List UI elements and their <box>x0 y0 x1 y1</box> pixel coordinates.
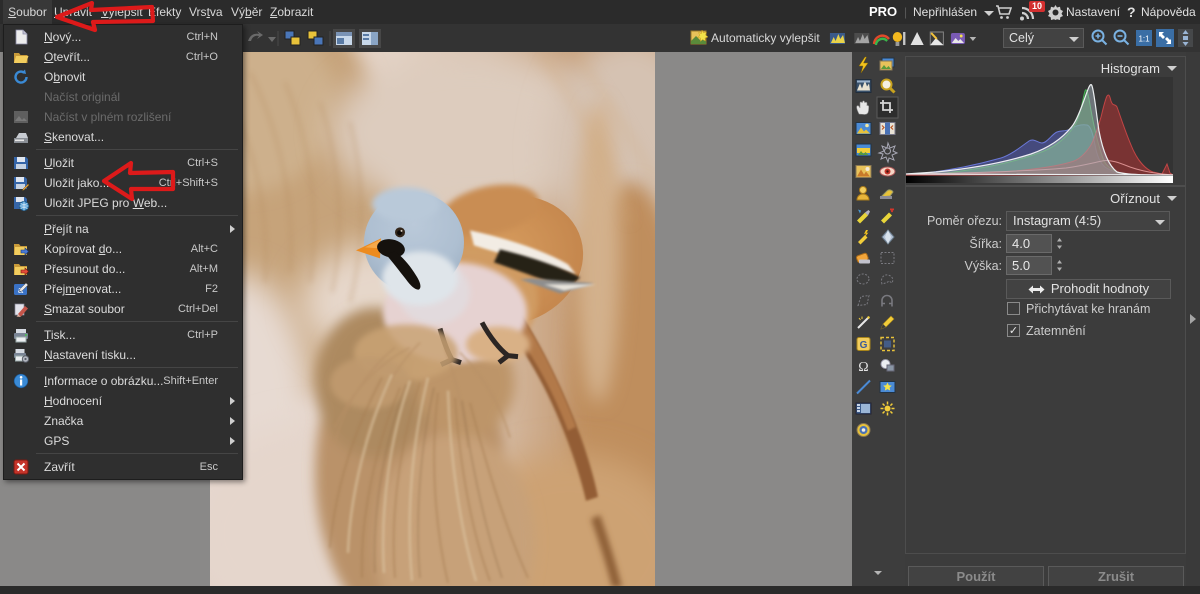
svg-text:1:1: 1:1 <box>1138 35 1150 44</box>
svg-text:G: G <box>860 340 868 351</box>
svg-text:Ω: Ω <box>858 360 868 375</box>
